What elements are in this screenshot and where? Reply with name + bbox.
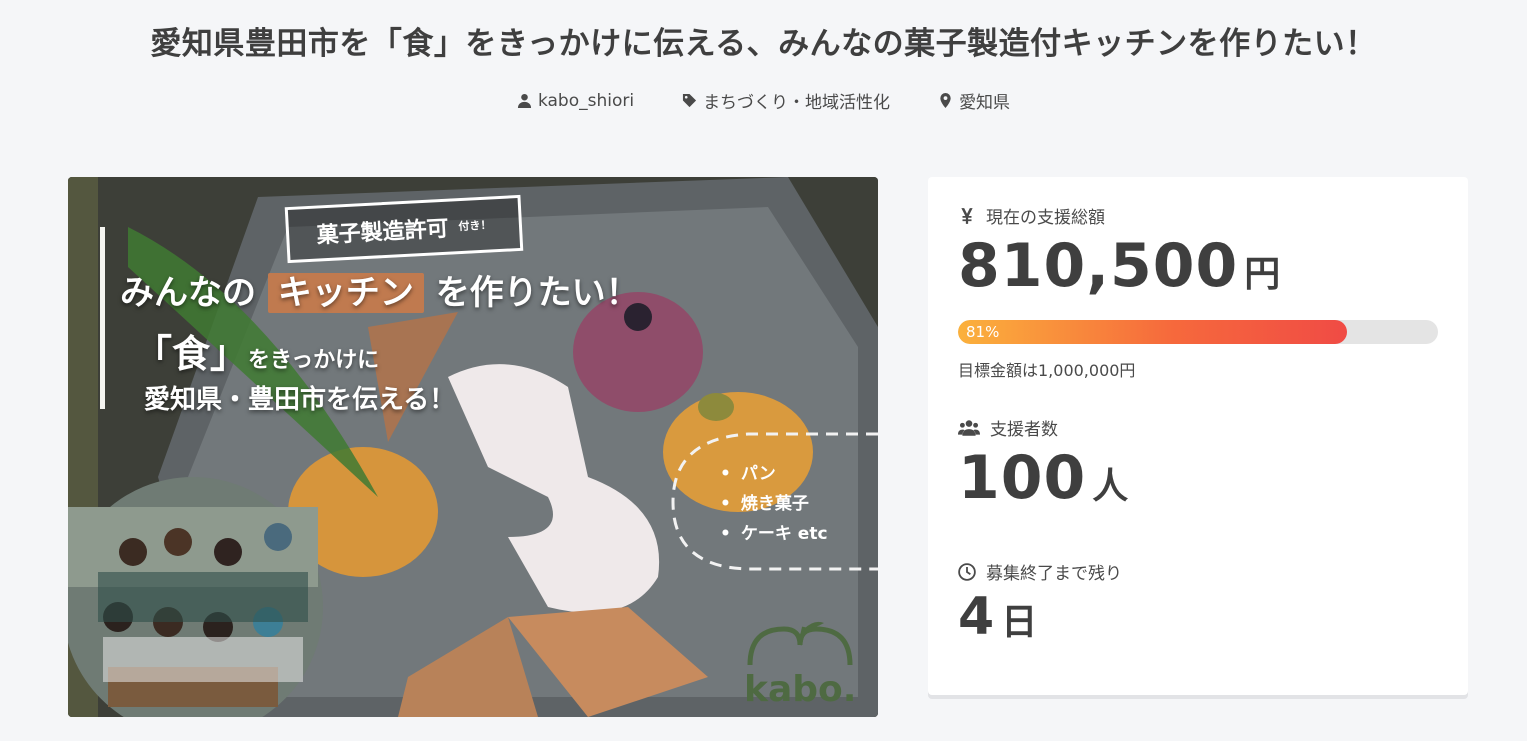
hero-list: パン 焼き菓子 ケーキ etc — [720, 459, 828, 549]
project-meta: kabo_shiori まちづくり・地域活性化 愛知県 — [0, 88, 1527, 113]
project-page: 愛知県豊田市を「食」をきっかけに伝える、みんなの菓子製造付キッチンを作りたい！ … — [0, 0, 1527, 741]
clock-icon — [958, 562, 976, 581]
remaining-unit: 日 — [1001, 602, 1038, 643]
hero-line-1: みんなの キッチン を作りたい！ — [120, 265, 640, 314]
amount-unit: 円 — [1244, 254, 1281, 295]
backers-label-text: 支援者数 — [990, 420, 1058, 440]
hero-line-1-pre: みんなの — [120, 273, 256, 313]
backers-label: 支援者数 — [958, 415, 1058, 440]
map-pin-icon — [940, 93, 951, 108]
hero-line-2-big: 「食」 — [134, 332, 249, 376]
hero-line-2: 「食」をきっかけに — [134, 323, 379, 378]
user-icon — [517, 93, 531, 108]
hero-line-3: 愛知県・豊田市を伝える！ — [144, 385, 456, 415]
amount-number: 810,500 — [958, 231, 1239, 301]
category-link[interactable]: まちづくり・地域活性化 — [682, 88, 890, 113]
progress-percent: 81% — [966, 323, 1000, 341]
funding-stats-card: 現在の支援総額 810,500 円 81% 目標金額は1,000,000円 支援者… — [928, 177, 1468, 695]
hero-accent-bar — [100, 227, 105, 409]
remaining-value: 4日 — [958, 587, 1037, 647]
remaining-label-text: 募集終了まで残り — [986, 564, 1122, 584]
badge-main-text: 菓子製造許可 — [316, 216, 450, 249]
remaining-number: 4 — [958, 587, 996, 647]
page-title: 愛知県豊田市を「食」をきっかけに伝える、みんなの菓子製造付キッチンを作りたい！ — [150, 26, 1377, 62]
category-name: まちづくり・地域活性化 — [703, 93, 891, 113]
users-icon — [958, 419, 980, 436]
backers-value: 100 人 — [958, 443, 1128, 513]
kabo-logo-text: kabo. — [744, 669, 857, 710]
author-link[interactable]: kabo_shiori — [517, 88, 634, 113]
hero-list-item: ケーキ etc — [720, 519, 828, 549]
remaining-label: 募集終了まで残り — [958, 559, 1122, 584]
author-name: kabo_shiori — [537, 90, 635, 111]
yen-icon — [961, 207, 973, 224]
backers-unit: 人 — [1092, 466, 1129, 507]
funding-progress-fill: 81% — [958, 320, 1347, 344]
funding-progress-bar: 81% — [958, 320, 1438, 344]
amount-label: 現在の支援総額 — [958, 203, 1105, 228]
hero-line-1-highlight: キッチン — [267, 273, 424, 313]
amount-label-text: 現在の支援総額 — [986, 208, 1105, 228]
badge-small-text: 付き！ — [458, 218, 492, 234]
location-link[interactable]: 愛知県 — [938, 88, 1010, 113]
hero-line-2-small: をきっかけに — [248, 348, 380, 373]
goal-amount: 目標金額は1,000,000円 — [958, 361, 1136, 380]
amount-value: 810,500 円 — [958, 231, 1280, 301]
tag-icon — [683, 93, 697, 108]
location-name: 愛知県 — [959, 93, 1011, 113]
hero-line-1-post: を作りたい！ — [435, 273, 640, 313]
hero-list-item: パン — [720, 459, 828, 489]
hero-list-item: 焼き菓子 — [720, 489, 828, 519]
backers-number: 100 — [958, 443, 1087, 513]
project-hero-image[interactable]: 菓子製造許可 付き！ みんなの キッチン を作りたい！ 「食」をきっかけに 愛知… — [68, 177, 878, 717]
